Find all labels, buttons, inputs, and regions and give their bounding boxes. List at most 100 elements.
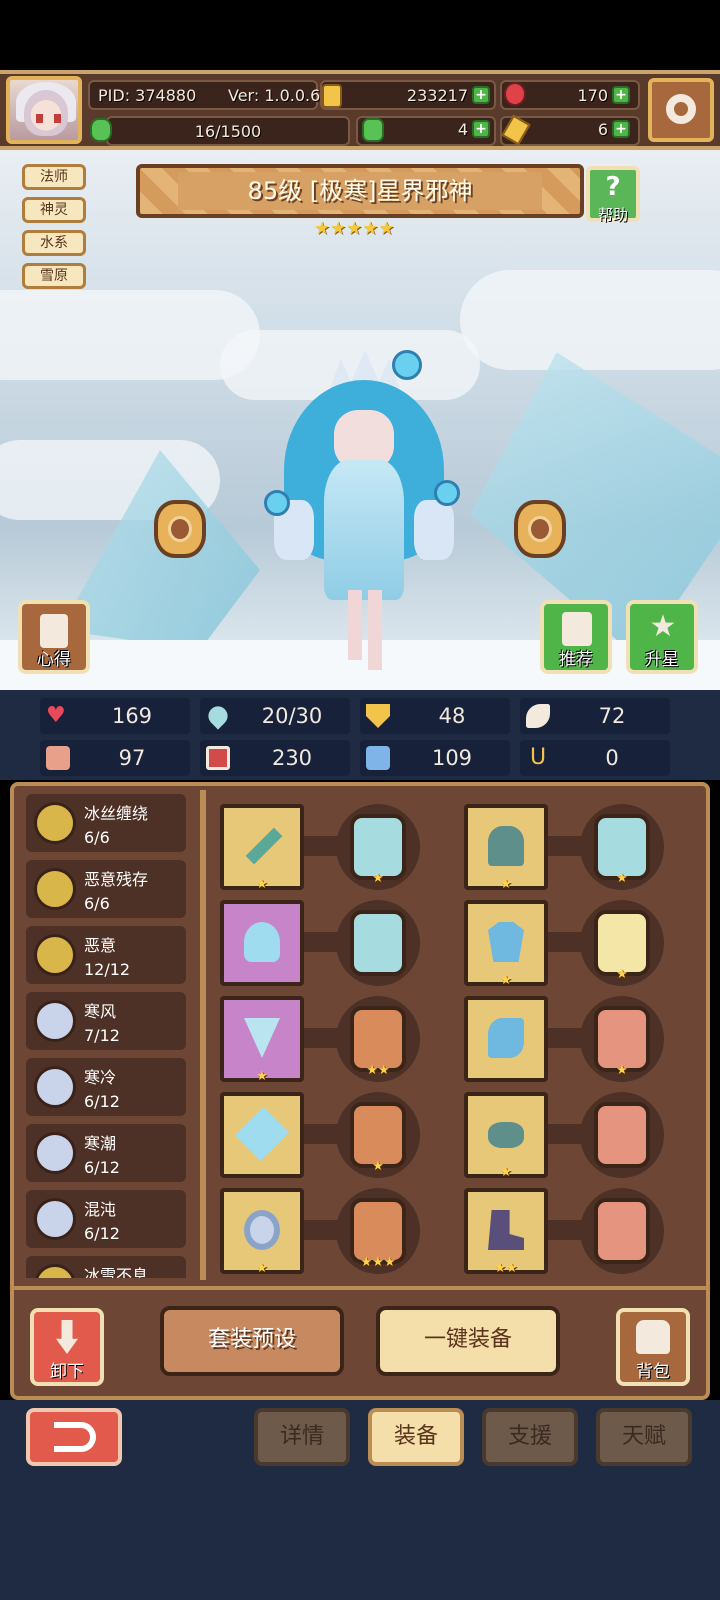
shield-icon [366,704,390,728]
help-label: 帮助 [597,206,628,224]
belt-icon [488,1122,524,1148]
equip-slot-armor[interactable]: ★ [464,900,548,988]
rune-card-3[interactable] [350,910,406,976]
armor-icon [488,922,524,962]
rune-card-1[interactable]: ★ [350,814,406,886]
arrow-down-icon [56,1320,78,1354]
list-item[interactable]: 冰雪不息 [26,1256,186,1278]
rune-card-5[interactable]: ★★ [350,1006,406,1078]
tab-equipment[interactable]: 装备 [368,1408,464,1466]
rune-card-9[interactable]: ★★★ [350,1198,406,1270]
recommend-button[interactable]: 推荐 [540,600,612,674]
star-up-label: 升星 [645,650,679,670]
add-ruby-button[interactable]: + [612,86,630,104]
return-arrow-icon [54,1422,96,1452]
equip-slot-staff[interactable]: ★ [220,804,304,892]
stat-attack: 97 [40,740,190,776]
add-gold-button[interactable]: + [472,86,490,104]
player-avatar[interactable] [6,76,82,144]
book-icon [206,746,230,770]
tab-support[interactable]: 支援 [482,1408,578,1466]
add-clover-button[interactable]: + [472,120,490,138]
clover-icon [362,118,384,142]
equip-slot-boots[interactable]: ★★ [464,1188,548,1276]
energy-amount: 16/1500 [194,122,262,141]
clover-amount: 4 [457,120,468,139]
fist-icon [46,746,70,770]
gear-icon [666,94,696,124]
rune-card-2[interactable]: ★ [594,814,650,886]
recommend-label: 推荐 [559,650,593,670]
backpack-button[interactable]: 背包 [616,1308,690,1386]
character-star-rating: ★★★★★ [314,218,395,239]
set-preset-button[interactable]: 套装预设 [160,1306,344,1376]
feather-icon [526,704,550,728]
tag-element: 水系 [22,230,86,256]
settings-button[interactable] [648,78,714,142]
right-equip-token-icon[interactable] [514,500,566,558]
equip-slot-cloak[interactable] [464,996,548,1082]
list-item[interactable]: 冰丝缠绕 6/6 [26,794,186,852]
key-amount: 6 [597,120,608,139]
stat-mana: 20/30 [200,698,350,734]
list-item[interactable]: 寒风 7/12 [26,992,186,1050]
rune-card-6[interactable]: ★ [594,1006,650,1078]
question-icon: ? [605,172,621,202]
boots-icon [488,1210,524,1250]
cloak-icon [488,1018,524,1058]
character-title-plate: 85级 [极寒]星界邪神 [136,164,584,218]
crystal-icon [235,1107,289,1161]
game-version: Ver: 1.0.0.6 [228,86,321,105]
silver-set-icon [34,1000,76,1042]
list-item[interactable]: 寒潮 6/12 [26,1124,186,1182]
staff-icon [245,827,283,865]
list-item[interactable]: 寒冷 6/12 [26,1058,186,1116]
insight-label: 心得 [37,650,71,670]
necklace-icon [244,1018,280,1058]
rune-card-10[interactable] [594,1198,650,1264]
star-up-button[interactable]: ★ 升星 [626,600,698,674]
star-icon: ★ [649,609,677,644]
equip-slot-helmet[interactable]: ★ [464,804,548,892]
stat-magic: 230 [200,740,350,776]
list-item[interactable]: 混沌 6/12 [26,1190,186,1248]
tag-terrain: 雪原 [22,263,86,289]
tab-talent[interactable]: 天赋 [596,1408,692,1466]
equip-slot-necklace[interactable]: ★ [220,996,304,1084]
tag-race: 神灵 [22,197,86,223]
tag-class: 法师 [22,164,86,190]
rune-card-8[interactable] [594,1102,650,1168]
tab-details[interactable]: 详情 [254,1408,350,1466]
rune-card-7[interactable]: ★ [350,1102,406,1174]
unload-button[interactable]: 卸下 [30,1308,104,1386]
insight-button[interactable]: 心得 [18,600,90,674]
left-equip-token-icon[interactable] [154,500,206,558]
stat-hp: ♥ 169 [40,698,190,734]
heart-icon: ♥ [46,703,66,728]
magnet-icon: U [529,745,547,770]
list-item[interactable]: 恶意残存 6/6 [26,860,186,918]
back-button[interactable] [26,1408,122,1466]
equip-slot-amulet-flask[interactable] [220,900,304,986]
boot-icon [366,746,390,770]
silver-set-icon [34,1198,76,1240]
rune-card-4[interactable]: ★ [594,910,650,982]
equip-slot-belt[interactable]: ★ [464,1092,548,1180]
ruby-amount: 170 [577,86,608,105]
equip-all-button[interactable]: 一键装备 [376,1306,560,1376]
stat-speed: 109 [360,740,510,776]
set-bonus-list[interactable]: 冰丝缠绕 6/6 恶意残存 6/6 恶意 12/12 寒风 7/12 寒冷 6/… [26,794,196,1278]
list-item[interactable]: 恶意 12/12 [26,926,186,984]
gold-set-icon [34,868,76,910]
scroll-icon [40,614,68,648]
add-key-button[interactable]: + [612,120,630,138]
silver-set-icon [34,1132,76,1174]
mana-drop-icon [204,702,232,730]
equip-slot-crystal[interactable] [220,1092,304,1178]
equip-slot-ring[interactable]: ★ [220,1188,304,1276]
helmet-icon [488,826,524,866]
panel-divider [200,790,206,1280]
silver-set-icon [34,1066,76,1108]
help-button[interactable]: ? 帮助 [586,166,640,224]
stat-magnet: U 0 [520,740,670,776]
